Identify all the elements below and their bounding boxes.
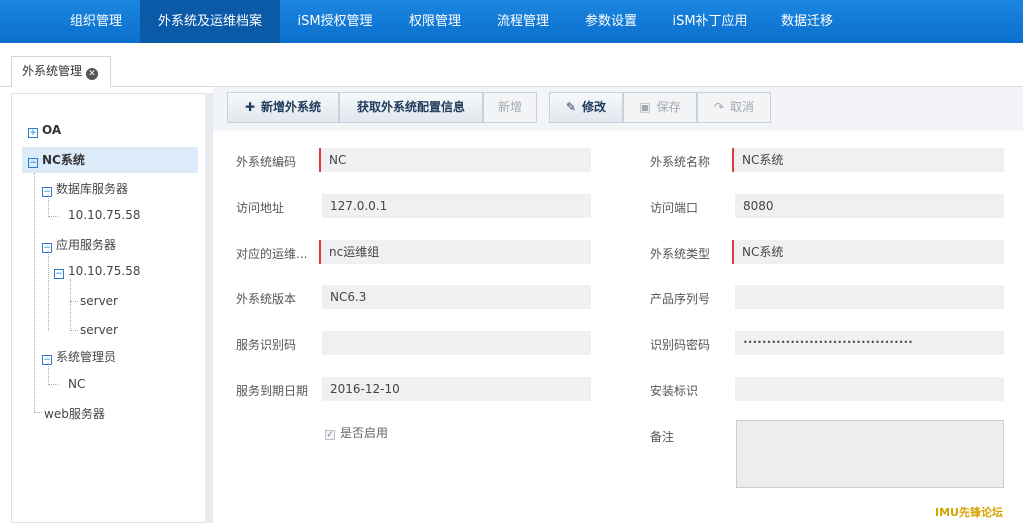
- remark-label: 备注: [650, 430, 675, 444]
- tree-connector: [48, 363, 49, 385]
- edit-button[interactable]: ✎ 修改: [549, 92, 623, 123]
- tree-connector: [48, 384, 58, 385]
- tree-node-sys-admins[interactable]: − 系统管理员: [42, 348, 116, 365]
- id-password-field[interactable]: ••••••••••••••••••••••••••••••••••••: [735, 331, 1004, 355]
- tree-connector: [70, 279, 71, 331]
- new-button[interactable]: 新增: [483, 92, 537, 123]
- expire-date-field[interactable]: 2016-12-10: [322, 377, 591, 401]
- add-external-system-button[interactable]: ✚ 新增外系统: [227, 92, 339, 123]
- ops-group-label: 对应的运维...: [236, 247, 308, 261]
- tree-node-app-servers[interactable]: − 应用服务器: [42, 236, 116, 253]
- system-version-label: 外系统版本: [236, 292, 297, 306]
- nav-tab-ism-license[interactable]: iSM授权管理: [280, 0, 390, 43]
- nav-tab-parameters[interactable]: 参数设置: [566, 0, 656, 43]
- watermark-text: IMU先锋论坛: [935, 506, 1003, 519]
- expire-date-label: 服务到期日期: [236, 384, 309, 398]
- save-icon: ▣: [639, 100, 651, 114]
- system-tree-panel: + OA − NC系统 − 数据库服务器 10.10.75.58 − 应用服务器 −10…: [11, 93, 207, 523]
- tree-node-server[interactable]: server: [80, 294, 118, 308]
- top-navigation-bar: 组织管理 外系统及运维档案 iSM授权管理 权限管理 流程管理 参数设置 iSM…: [0, 0, 1023, 43]
- service-id-field[interactable]: [322, 331, 591, 355]
- tree-connector: [70, 301, 78, 302]
- tree-node-db-ip[interactable]: 10.10.75.58: [68, 208, 141, 222]
- tree-connector: [48, 195, 49, 217]
- tree-connector: [70, 330, 78, 331]
- tree-connector: [48, 251, 49, 331]
- tree-connector: [48, 216, 58, 217]
- nav-tab-data-migration[interactable]: 数据迁移: [764, 0, 850, 43]
- collapse-icon[interactable]: −: [28, 158, 38, 168]
- access-port-field[interactable]: 8080: [735, 194, 1004, 218]
- system-code-label: 外系统编码: [236, 155, 297, 169]
- tree-connector: [34, 412, 42, 413]
- nav-tab-external-systems[interactable]: 外系统及运维档案: [140, 0, 280, 43]
- plus-icon: ✚: [244, 100, 256, 114]
- tree-node-nc-system[interactable]: − NC系统: [22, 147, 198, 173]
- id-password-label: 识别码密码: [650, 338, 711, 352]
- nav-tab-permissions[interactable]: 权限管理: [390, 0, 480, 43]
- serial-number-field[interactable]: [735, 285, 1004, 309]
- save-button[interactable]: ▣ 保存: [623, 92, 697, 123]
- tree-node-app-ip[interactable]: −10.10.75.58: [54, 264, 141, 279]
- access-address-field[interactable]: 127.0.0.1: [322, 194, 591, 218]
- tree-node-db-servers[interactable]: − 数据库服务器: [42, 180, 128, 197]
- install-flag-label: 安装标识: [650, 384, 699, 398]
- cancel-button[interactable]: ↷ 取消: [697, 92, 771, 123]
- page-tab-external-system-management[interactable]: 外系统管理 ✕: [11, 56, 111, 87]
- undo-icon: ↷: [713, 100, 725, 114]
- ops-group-field[interactable]: nc运维组: [319, 240, 591, 264]
- system-version-field[interactable]: NC6.3: [322, 285, 591, 309]
- nav-tab-ism-patch[interactable]: iSM补丁应用: [656, 0, 764, 43]
- checkmark-icon: ✓: [325, 430, 335, 440]
- nav-tab-org-management[interactable]: 组织管理: [52, 0, 140, 43]
- collapse-icon[interactable]: −: [42, 243, 52, 253]
- tree-connector: [34, 173, 35, 413]
- enabled-checkbox[interactable]: ✓ 是否启用: [325, 424, 388, 441]
- system-name-field[interactable]: NC系统: [732, 148, 1004, 172]
- expand-icon[interactable]: +: [28, 128, 38, 138]
- tree-node-admin-nc[interactable]: NC: [68, 377, 85, 391]
- serial-number-label: 产品序列号: [650, 292, 711, 306]
- system-code-field[interactable]: NC: [319, 148, 591, 172]
- tree-splitter[interactable]: [205, 93, 213, 523]
- page-tab-label: 外系统管理: [22, 64, 83, 78]
- install-flag-field[interactable]: [735, 377, 1004, 401]
- access-address-label: 访问地址: [236, 201, 285, 215]
- page-tab-strip: 外系统管理 ✕: [0, 43, 1023, 87]
- tree-node-oa[interactable]: + OA: [28, 123, 61, 138]
- service-id-label: 服务识别码: [236, 338, 297, 352]
- system-type-field[interactable]: NC系统: [732, 240, 1004, 264]
- tree-node-server[interactable]: server: [80, 323, 118, 337]
- collapse-icon[interactable]: −: [42, 355, 52, 365]
- system-name-label: 外系统名称: [650, 155, 711, 169]
- close-circle-icon[interactable]: ✕: [86, 68, 99, 80]
- tree-node-web-servers[interactable]: web服务器: [44, 405, 105, 422]
- system-type-label: 外系统类型: [650, 247, 711, 261]
- nav-tab-workflow[interactable]: 流程管理: [480, 0, 566, 43]
- access-port-label: 访问端口: [650, 201, 699, 215]
- fetch-config-button[interactable]: 获取外系统配置信息: [339, 92, 483, 123]
- remark-textarea[interactable]: [736, 420, 1004, 488]
- edit-icon: ✎: [565, 100, 577, 114]
- collapse-icon[interactable]: −: [54, 269, 64, 279]
- collapse-icon[interactable]: −: [42, 187, 52, 197]
